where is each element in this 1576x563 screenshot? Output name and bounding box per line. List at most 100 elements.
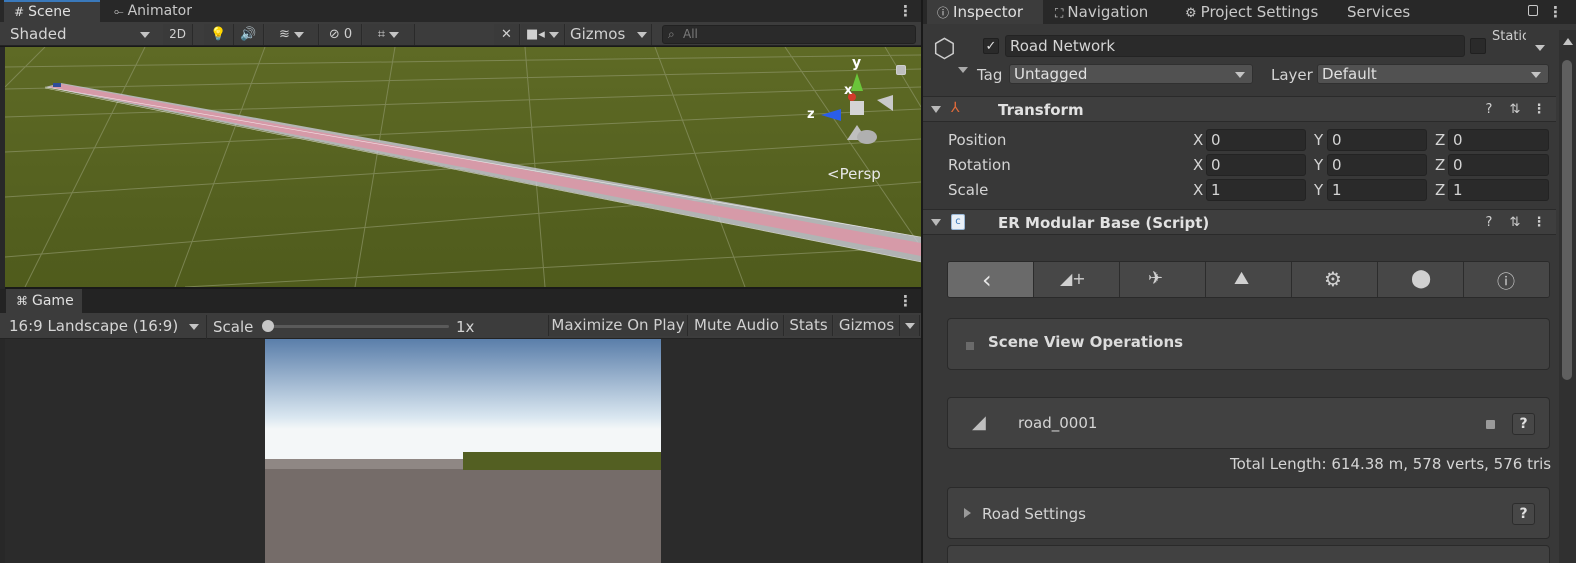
lock-icon[interactable] (1528, 5, 1538, 16)
scale-slider[interactable] (262, 320, 449, 332)
shading-mode-dropdown[interactable]: Shaded (10, 24, 152, 45)
z-label: Z (1435, 181, 1446, 199)
mute-audio-button[interactable]: Mute Audio (690, 315, 784, 336)
script-icon: c (951, 214, 965, 230)
scene-viewport[interactable]: y x z <Persp (5, 47, 921, 287)
stats-button[interactable]: Stats (785, 315, 833, 336)
script-header[interactable]: c ER Modular Base (Script) ? ⇅ ⋮ (923, 209, 1556, 235)
game-viewport[interactable] (5, 339, 921, 563)
projection-toggle[interactable]: <Persp (827, 165, 881, 183)
object-name-field[interactable]: Road Network (1005, 35, 1465, 57)
tool-settings-button[interactable]: ⚙ (1292, 262, 1378, 297)
road-settings-label: Road Settings (982, 505, 1086, 523)
camera-button[interactable]: ■◂ (521, 24, 565, 45)
lighting-toggle-button[interactable]: 💡 (204, 24, 234, 45)
static-checkbox[interactable] (1470, 38, 1486, 54)
gizmos-dropdown[interactable]: Gizmos (566, 24, 652, 45)
y-axis-label: y (852, 55, 862, 71)
tab-project-settings[interactable]: ⚙ Project Settings (1175, 0, 1328, 24)
game-menu-icon[interactable]: ⋮ (898, 292, 913, 310)
rotation-x-field[interactable]: 0 (1206, 154, 1306, 176)
position-y-field[interactable]: 0 (1327, 129, 1427, 151)
chevron-down-icon (140, 32, 150, 38)
position-x-field[interactable]: 0 (1206, 129, 1306, 151)
help-icon[interactable]: ? (1481, 102, 1497, 118)
scale-x-field[interactable]: 1 (1206, 179, 1306, 201)
x-label: X (1193, 181, 1204, 199)
transform-header[interactable]: ⅄ Transform ? ⇅ ⋮ (923, 96, 1556, 122)
tab-services[interactable]: Services (1337, 0, 1420, 24)
hidden-objects-button[interactable]: ⊘ 0 (320, 24, 362, 45)
tag-dropdown[interactable]: Untagged (1009, 64, 1253, 84)
x-label: X (1193, 131, 1204, 149)
rotation-z-field[interactable]: 0 (1448, 154, 1549, 176)
tools-button[interactable]: ✕ (494, 24, 520, 45)
terrain-icon: ⛰ (1234, 268, 1250, 289)
connection-icon: ✈ (1148, 268, 1164, 289)
tool-add-road-button[interactable]: ◢+ (1034, 262, 1120, 297)
gamepad-icon: ⌘ (16, 294, 28, 308)
scene-menu-icon[interactable]: ⋮ (898, 2, 913, 20)
2d-toggle-button[interactable]: 2D (163, 24, 193, 45)
info-icon: ⓘ (937, 6, 950, 20)
road-settings-box[interactable]: Road Settings ? (947, 487, 1550, 539)
scrollbar-thumb[interactable] (1562, 60, 1572, 380)
tab-scene[interactable]: # Scene (4, 0, 100, 22)
rotation-y-field[interactable]: 0 (1327, 154, 1427, 176)
maximize-on-play-button[interactable]: Maximize On Play (548, 315, 688, 336)
tab-game[interactable]: ⌘ Game (6, 289, 82, 313)
y-label: Y (1314, 156, 1324, 174)
script-title: ER Modular Base (Script) (998, 214, 1210, 232)
road-item-box[interactable]: ◢ road_0001 ? (947, 397, 1550, 449)
scene-ops-label: Scene View Operations (988, 333, 1184, 351)
tool-info-button[interactable]: ⓘ (1464, 262, 1549, 297)
tool-connection-button[interactable]: ✈ (1120, 262, 1206, 297)
er-tool-strip: ‹ ◢+ ✈ ⛰ ⚙ ⬤ ⓘ (947, 261, 1550, 298)
fold-icon[interactable] (931, 219, 941, 226)
z-axis-label: z (807, 107, 815, 122)
orientation-gizmo[interactable]: y x z (807, 55, 907, 155)
game-gizmos-button[interactable]: Gizmos (834, 315, 900, 336)
scale-value: 1x (456, 318, 475, 336)
scene-toolbar: Shaded 2D 💡 🔊 ≋ ⊘ 0 ⌗ ✕ ■◂ Gizmos ⌕ All (0, 22, 921, 46)
inspector-scrollbar[interactable] (1559, 30, 1576, 563)
effects-toggle-button[interactable]: ≋ (265, 24, 319, 45)
road-settings-help-button[interactable]: ? (1512, 503, 1535, 525)
aspect-ratio-dropdown[interactable]: 16:9 Landscape (16:9) (9, 316, 199, 337)
preset-icon[interactable]: ⇅ (1507, 102, 1523, 118)
active-checkbox[interactable]: ✓ (983, 38, 999, 54)
preset-icon[interactable]: ⇅ (1507, 215, 1523, 231)
inspector-tab-bar: ⓘ Inspector ⛶ Navigation ⚙ Project Settings… (923, 0, 1576, 24)
scale-y-field[interactable]: 1 (1327, 179, 1427, 201)
next-section-box (947, 545, 1550, 563)
grid-snap-icon: ⌗ (377, 27, 386, 42)
tool-back-button[interactable]: ‹ (948, 262, 1034, 297)
z-label: Z (1435, 131, 1446, 149)
grid-toggle-button[interactable]: ⌗ (363, 24, 415, 45)
tool-terrain-button[interactable]: ⛰ (1206, 262, 1292, 297)
road-help-button[interactable]: ? (1512, 413, 1535, 435)
scale-z-field[interactable]: 1 (1448, 179, 1549, 201)
inspector-menu-icon[interactable]: ⋮ (1548, 3, 1563, 21)
lock-icon[interactable] (1486, 420, 1495, 429)
lock-icon[interactable] (896, 65, 906, 75)
chevron-down-icon[interactable] (958, 62, 968, 77)
tab-navigation[interactable]: ⛶ Navigation (1045, 0, 1158, 24)
component-menu-icon[interactable]: ⋮ (1531, 102, 1547, 118)
static-dropdown[interactable] (1535, 40, 1545, 55)
scene-search-input[interactable]: ⌕ All (662, 25, 916, 44)
tab-inspector[interactable]: ⓘ Inspector (927, 0, 1043, 24)
tag-label: Tag (977, 66, 1003, 84)
position-z-field[interactable]: 0 (1448, 129, 1549, 151)
scale-slider-handle[interactable] (262, 320, 274, 332)
tool-prefab-button[interactable]: ⬤ (1378, 262, 1464, 297)
layer-dropdown[interactable]: Default (1317, 64, 1549, 84)
scroll-up-icon[interactable] (1563, 38, 1573, 45)
game-gizmos-dropdown[interactable] (900, 315, 920, 336)
audio-toggle-button[interactable]: 🔊 (234, 24, 264, 45)
component-menu-icon[interactable]: ⋮ (1531, 215, 1547, 231)
help-icon[interactable]: ? (1481, 215, 1497, 231)
tab-animator[interactable]: ⟜ Animator (104, 0, 202, 22)
expand-arrow-icon[interactable] (964, 508, 971, 518)
fold-icon[interactable] (931, 106, 941, 113)
